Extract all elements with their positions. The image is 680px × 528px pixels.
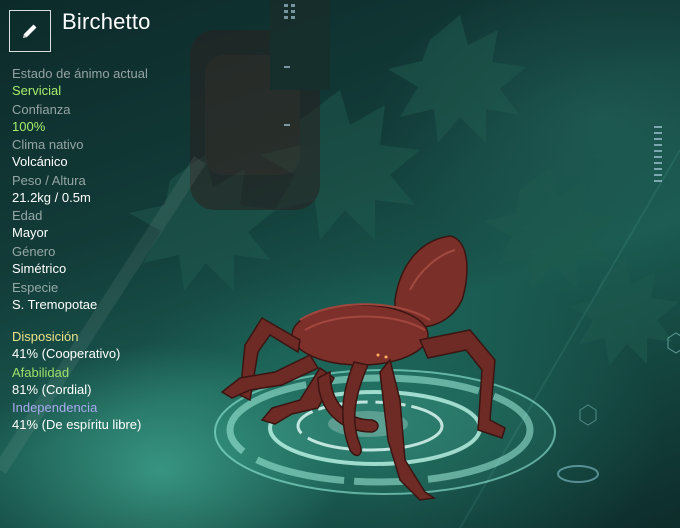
stat-label: Estado de ánimo actual bbox=[12, 66, 148, 81]
stat-value: Simétrico bbox=[12, 260, 67, 276]
stat-value: 21.2kg / 0.5m bbox=[12, 189, 91, 205]
trait-value: 41% (Cooperativo) bbox=[12, 346, 121, 361]
pencil-icon bbox=[23, 24, 37, 38]
stat-value: Mayor bbox=[12, 225, 49, 241]
stat-age: Edad Mayor bbox=[12, 208, 272, 244]
stat-label: Peso / Altura bbox=[12, 172, 86, 188]
stat-climate: Clima nativo Volcánico bbox=[12, 137, 272, 173]
stat-weight-height: Peso / Altura 21.2kg / 0.5m bbox=[12, 173, 272, 209]
stat-species: Especie S. Tremopotae bbox=[12, 280, 272, 316]
stat-mood: Estado de ánimo actual Servicial bbox=[12, 66, 272, 102]
trait-disposition: Disposición 41% (Cooperativo) bbox=[12, 329, 272, 365]
stat-label: Género bbox=[12, 243, 56, 259]
creature-name: Birchetto bbox=[62, 9, 151, 34]
trait-label: Afabilidad bbox=[12, 364, 70, 380]
stat-value: S. Tremopotae bbox=[12, 296, 98, 312]
stat-label: Especie bbox=[12, 279, 59, 295]
stat-label: Clima nativo bbox=[12, 137, 84, 153]
trait-label: Independencia bbox=[12, 400, 98, 416]
trait-value: 41% (De espíritu libre) bbox=[12, 417, 142, 433]
creature-stats: Estado de ánimo actual Servicial Confian… bbox=[12, 66, 272, 315]
stat-value: 100% bbox=[12, 118, 46, 134]
rename-button[interactable] bbox=[9, 10, 51, 52]
creature-traits: Disposición 41% (Cooperativo) Afabilidad… bbox=[12, 329, 272, 436]
stat-gender: Género Simétrico bbox=[12, 244, 272, 280]
trait-affability: Afabilidad 81% (Cordial) bbox=[12, 365, 272, 401]
stat-trust: Confianza 100% bbox=[12, 102, 272, 138]
stat-label: Edad bbox=[12, 208, 43, 224]
stat-label: Confianza bbox=[12, 101, 71, 117]
trait-value: 81% (Cordial) bbox=[12, 381, 92, 397]
stat-value: Servicial bbox=[12, 83, 62, 98]
trait-label: Disposición bbox=[12, 329, 79, 344]
trait-independence: Independencia 41% (De espíritu libre) bbox=[12, 400, 272, 436]
stat-value: Volcánico bbox=[12, 154, 68, 170]
